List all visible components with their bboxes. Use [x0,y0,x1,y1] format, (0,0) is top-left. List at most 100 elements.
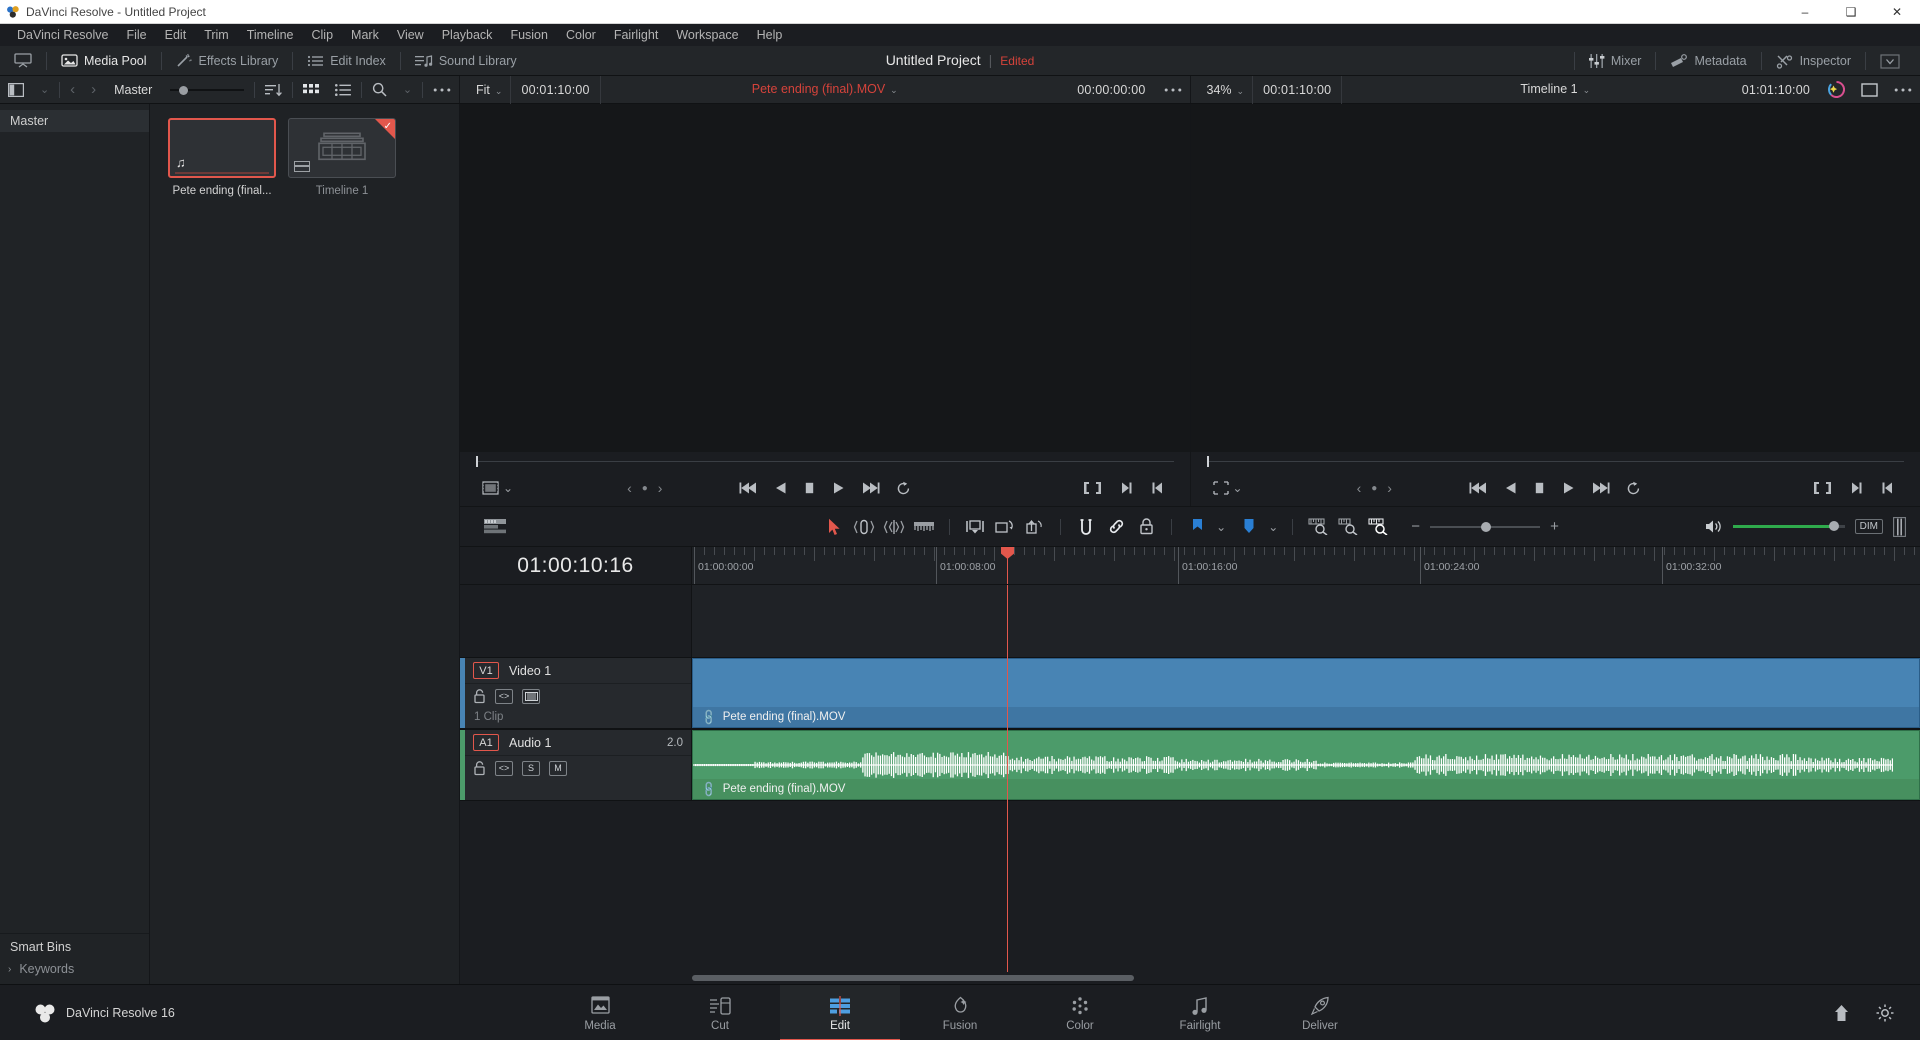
track-id-a1[interactable]: A1 [473,734,499,751]
source-current-timecode[interactable]: 00:00:00:00 [1067,83,1155,97]
flag-icon[interactable] [1184,514,1210,540]
home-icon[interactable] [1833,1004,1850,1022]
thumbnail-size-slider[interactable] [162,76,252,104]
track-clips-v1[interactable]: 🔗 Pete ending (final).MOV [692,658,1920,728]
mark-in-out-icon[interactable] [1813,481,1832,495]
inout-prev-icon[interactable]: ‹ [627,480,632,496]
zoom-in-button[interactable]: + [1550,518,1559,535]
media-pool-button[interactable]: Media Pool [47,46,161,76]
smart-bin-keywords[interactable]: › Keywords [0,958,149,980]
timeline-zoom-dropdown[interactable]: 34% ⌄ [1191,83,1253,97]
safe-area-icon[interactable] [1853,76,1886,104]
stop-icon[interactable] [1533,481,1546,495]
inout-next-icon[interactable]: › [658,480,663,496]
mark-in-icon[interactable] [1881,481,1894,495]
zoom-slider-track[interactable] [1430,521,1541,532]
source-duration-timecode[interactable]: 00:01:10:00 [510,75,601,104]
color-enhance-icon[interactable] [1820,76,1853,104]
menu-timeline[interactable]: Timeline [238,24,303,46]
bin-item-master[interactable]: Master [0,110,149,132]
workspace-layout-button[interactable] [1866,46,1914,76]
source-mode-icon[interactable] [482,481,499,495]
source-options-icon[interactable] [1156,76,1190,104]
marker-icon[interactable] [1236,514,1262,540]
stop-icon[interactable] [803,481,816,495]
page-fairlight[interactable]: Fairlight [1140,985,1260,1040]
mark-out-icon[interactable] [1120,481,1133,495]
auto-select-icon[interactable]: <> [495,688,513,704]
detail-zoom-icon[interactable] [1335,514,1361,540]
source-fit-dropdown[interactable]: Fit ⌄ [460,83,510,97]
menu-mark[interactable]: Mark [342,24,388,46]
timeline-clip-video[interactable]: 🔗 Pete ending (final).MOV [692,658,1920,728]
menu-clip[interactable]: Clip [303,24,343,46]
razor-edit-icon[interactable] [911,514,937,540]
maximize-button[interactable]: ❑ [1828,0,1874,24]
menu-view[interactable]: View [388,24,433,46]
inout-next-icon[interactable]: › [1387,480,1392,496]
mark-in-out-icon[interactable] [1083,481,1102,495]
chevron-down-icon[interactable]: ⌄ [890,85,898,95]
lock-icon[interactable] [473,688,486,704]
chevron-right-icon[interactable]: › [8,964,11,975]
page-media[interactable]: Media [540,985,660,1040]
menu-trim[interactable]: Trim [195,24,238,46]
timeline-zoom-slider[interactable]: − + [1401,518,1569,535]
dynamic-trim-icon[interactable] [881,514,907,540]
slider-knob[interactable] [179,85,189,95]
page-cut[interactable]: Cut [660,985,780,1040]
timeline-current-timecode-display[interactable]: 01:00:10:16 [460,547,692,584]
overwrite-clip-icon[interactable] [992,514,1018,540]
mixer-button[interactable]: Mixer [1575,46,1656,76]
track-clips-a1[interactable]: 🔗 Pete ending (final).MOV [692,730,1920,800]
audio-meter-icon[interactable] [1893,516,1906,537]
lock-icon[interactable] [473,760,486,776]
menu-color[interactable]: Color [557,24,605,46]
chevron-down-icon[interactable]: ⌄ [503,481,513,495]
menu-help[interactable]: Help [748,24,792,46]
metadata-button[interactable]: Metadata [1656,46,1760,76]
empty-track-body[interactable] [692,585,1920,657]
edit-index-button[interactable]: Edit Index [293,46,400,76]
menu-edit[interactable]: Edit [156,24,196,46]
track-view-options-icon[interactable] [484,519,506,534]
timeline-ruler[interactable]: 01:00:00:00 01:00:08:00 01:00:16:00 01:00:2… [692,547,1920,584]
ruler-playhead[interactable] [1001,547,1014,584]
minimize-button[interactable]: – [1782,0,1828,24]
timeline-mode-icon[interactable] [1212,481,1229,495]
thumbnail-view-icon[interactable] [295,76,327,104]
speaker-icon[interactable] [1705,519,1723,534]
linked-selection-icon[interactable] [1103,514,1129,540]
zoom-slider-knob[interactable] [1480,521,1491,532]
bin-back-button[interactable]: ‹ [62,76,83,104]
timeline-playhead[interactable] [1007,585,1008,972]
custom-zoom-icon[interactable] [1365,514,1391,540]
jump-to-end-icon[interactable] [861,481,880,495]
source-clip-name[interactable]: Pete ending (final).MOV [752,82,885,96]
scrubber-playhead[interactable] [1206,455,1209,467]
timeline-viewer-canvas[interactable] [1190,104,1920,452]
auto-select-icon[interactable]: <> [495,760,513,776]
timeline-current-timecode[interactable]: 01:01:10:00 [1732,83,1820,97]
chevron-down-icon[interactable]: ⌄ [1214,520,1232,534]
chevron-down-icon[interactable]: ⌄ [1233,481,1243,495]
jump-to-start-icon[interactable] [1469,481,1488,495]
insert-clip-icon[interactable] [962,514,988,540]
zoom-to-fit-icon[interactable] [1305,514,1331,540]
scrubber-track[interactable] [476,455,1174,467]
search-chevron-icon[interactable]: ⌄ [395,76,420,104]
timeline-clip-audio[interactable]: 🔗 Pete ending (final).MOV [692,730,1920,800]
chevron-down-icon[interactable]: ⌄ [1583,85,1591,95]
sidebar-toggle-icon[interactable] [0,76,32,104]
mark-out-icon[interactable] [1850,481,1863,495]
menu-workspace[interactable]: Workspace [667,24,747,46]
source-viewer-canvas[interactable] [460,104,1190,452]
play-reverse-icon[interactable] [774,481,787,495]
media-pool-timeline-item[interactable]: ✓ Timeline 1 [288,118,396,197]
sound-library-button[interactable]: Sound Library [401,46,531,76]
settings-gear-icon[interactable] [1876,1004,1894,1022]
timeline-thumbnail[interactable]: ✓ [288,118,396,178]
mute-button[interactable]: M [549,760,567,776]
menu-file[interactable]: File [117,24,155,46]
panel-toggle-button[interactable] [0,46,46,76]
